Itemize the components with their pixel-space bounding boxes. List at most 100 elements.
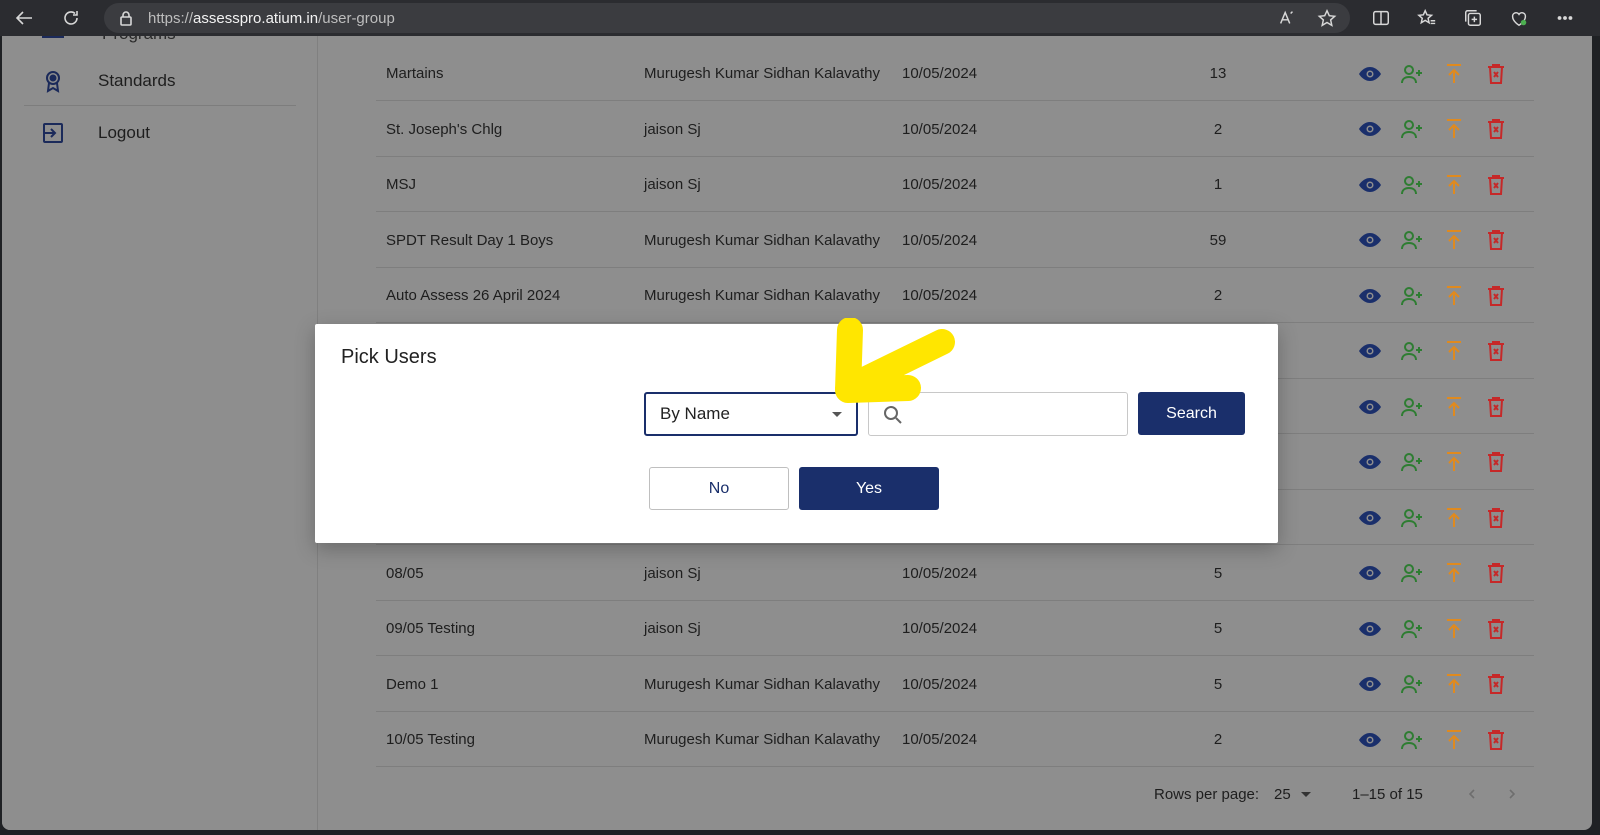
upload-icon[interactable] bbox=[1442, 395, 1466, 419]
view-icon[interactable] bbox=[1358, 450, 1382, 474]
search-button[interactable]: Search bbox=[1138, 392, 1245, 435]
delete-icon[interactable] bbox=[1484, 672, 1508, 696]
view-icon[interactable] bbox=[1358, 284, 1382, 308]
add-user-icon[interactable] bbox=[1400, 117, 1424, 141]
add-user-icon[interactable] bbox=[1400, 672, 1424, 696]
add-user-icon[interactable] bbox=[1400, 506, 1424, 530]
delete-icon[interactable] bbox=[1484, 339, 1508, 363]
view-icon[interactable] bbox=[1358, 672, 1382, 696]
delete-icon[interactable] bbox=[1484, 561, 1508, 585]
reload-icon[interactable] bbox=[56, 3, 86, 33]
rows-per-page-value: 25 bbox=[1274, 785, 1291, 803]
prev-page-icon[interactable] bbox=[1466, 766, 1478, 822]
sidebar-item-standards[interactable]: Standards bbox=[24, 56, 296, 106]
pagination-range: 1–15 of 15 bbox=[1352, 785, 1423, 803]
group-name: SPDT Result Day 1 Boys bbox=[386, 231, 554, 249]
split-screen-icon[interactable] bbox=[1370, 7, 1392, 29]
collections-icon[interactable] bbox=[1462, 7, 1484, 29]
view-icon[interactable] bbox=[1358, 173, 1382, 197]
group-name: St. Joseph's Chlg bbox=[386, 120, 503, 138]
delete-icon[interactable] bbox=[1484, 728, 1508, 752]
add-user-icon[interactable] bbox=[1400, 62, 1424, 86]
delete-icon[interactable] bbox=[1484, 173, 1508, 197]
view-icon[interactable] bbox=[1358, 339, 1382, 363]
delete-icon[interactable] bbox=[1484, 617, 1508, 641]
add-user-icon[interactable] bbox=[1400, 561, 1424, 585]
group-date: 10/05/2024 bbox=[902, 731, 978, 748]
upload-icon[interactable] bbox=[1442, 117, 1466, 141]
group-date: 10/05/2024 bbox=[902, 287, 978, 304]
view-icon[interactable] bbox=[1358, 728, 1382, 752]
yes-button[interactable]: Yes bbox=[799, 467, 939, 510]
add-user-icon[interactable] bbox=[1400, 617, 1424, 641]
add-user-icon[interactable] bbox=[1400, 339, 1424, 363]
filter-type-value: By Name bbox=[660, 404, 730, 423]
delete-icon[interactable] bbox=[1484, 117, 1508, 141]
view-icon[interactable] bbox=[1358, 62, 1382, 86]
upload-icon[interactable] bbox=[1442, 728, 1466, 752]
table-row: 08/05 jaison Sj 10/05/2024 5 bbox=[376, 546, 1534, 601]
next-page-icon[interactable] bbox=[1506, 766, 1518, 822]
member-count: 2 bbox=[1213, 287, 1223, 304]
delete-icon[interactable] bbox=[1484, 284, 1508, 308]
upload-icon[interactable] bbox=[1442, 672, 1466, 696]
row-actions bbox=[1358, 657, 1508, 712]
upload-icon[interactable] bbox=[1442, 228, 1466, 252]
add-user-icon[interactable] bbox=[1400, 173, 1424, 197]
search-field[interactable] bbox=[868, 392, 1128, 436]
view-icon[interactable] bbox=[1358, 395, 1382, 419]
search-input[interactable] bbox=[913, 399, 1113, 429]
table-pagination: Rows per page: 25 1–15 of 15 bbox=[376, 766, 1534, 822]
address-bar[interactable]: https://assesspro.atium.in/user-group bbox=[104, 3, 1350, 33]
add-user-icon[interactable] bbox=[1400, 228, 1424, 252]
member-count: 5 bbox=[1213, 675, 1223, 693]
upload-icon[interactable] bbox=[1442, 173, 1466, 197]
rows-per-page-label: Rows per page: bbox=[1154, 785, 1260, 803]
view-icon[interactable] bbox=[1358, 117, 1382, 141]
read-aloud-icon[interactable] bbox=[1276, 7, 1298, 29]
favorites-icon[interactable] bbox=[1416, 7, 1438, 29]
delete-icon[interactable] bbox=[1484, 62, 1508, 86]
upload-icon[interactable] bbox=[1442, 339, 1466, 363]
add-user-icon[interactable] bbox=[1400, 450, 1424, 474]
row-actions bbox=[1358, 546, 1508, 601]
upload-icon[interactable] bbox=[1442, 561, 1466, 585]
browser-essentials-icon[interactable] bbox=[1508, 7, 1530, 29]
upload-icon[interactable] bbox=[1442, 617, 1466, 641]
add-user-icon[interactable] bbox=[1400, 728, 1424, 752]
sidebar-item-programs[interactable]: Programs bbox=[24, 36, 296, 44]
view-icon[interactable] bbox=[1358, 506, 1382, 530]
table-row: 09/05 Testing jaison Sj 10/05/2024 5 bbox=[376, 601, 1534, 656]
more-options-icon[interactable] bbox=[1554, 7, 1576, 29]
delete-icon[interactable] bbox=[1484, 506, 1508, 530]
add-user-icon[interactable] bbox=[1400, 284, 1424, 308]
view-icon[interactable] bbox=[1358, 228, 1382, 252]
group-date: 10/05/2024 bbox=[902, 564, 978, 582]
lock-icon bbox=[118, 10, 134, 26]
filter-type-select[interactable]: By Name bbox=[644, 392, 858, 436]
row-actions bbox=[1358, 601, 1508, 656]
member-count: 59 bbox=[1209, 231, 1227, 249]
chevron-down-icon bbox=[1300, 791, 1311, 797]
upload-icon[interactable] bbox=[1442, 450, 1466, 474]
sidebar-item-logout[interactable]: Logout bbox=[24, 108, 296, 158]
group-date: 10/05/2024 bbox=[902, 231, 978, 249]
member-count: 13 bbox=[1209, 65, 1227, 82]
group-name: 08/05 bbox=[386, 564, 424, 582]
rows-per-page-select[interactable]: 25 bbox=[1274, 766, 1311, 822]
upload-icon[interactable] bbox=[1442, 506, 1466, 530]
delete-icon[interactable] bbox=[1484, 450, 1508, 474]
favorite-star-icon[interactable] bbox=[1316, 7, 1338, 29]
member-count: 5 bbox=[1213, 620, 1223, 637]
view-icon[interactable] bbox=[1358, 561, 1382, 585]
upload-icon[interactable] bbox=[1442, 284, 1466, 308]
view-icon[interactable] bbox=[1358, 617, 1382, 641]
upload-icon[interactable] bbox=[1442, 62, 1466, 86]
add-user-icon[interactable] bbox=[1400, 395, 1424, 419]
no-button[interactable]: No bbox=[649, 467, 789, 510]
back-icon[interactable] bbox=[10, 3, 40, 33]
delete-icon[interactable] bbox=[1484, 395, 1508, 419]
delete-icon[interactable] bbox=[1484, 228, 1508, 252]
group-date: 10/05/2024 bbox=[902, 176, 978, 193]
row-actions bbox=[1358, 324, 1508, 379]
